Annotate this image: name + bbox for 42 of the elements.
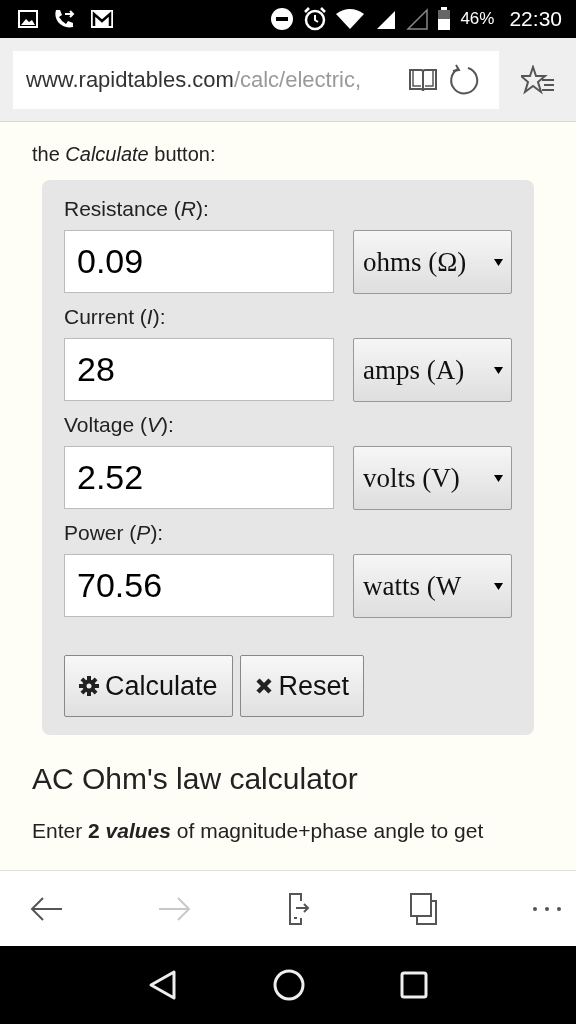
unit-dropdown[interactable]: ohms (Ω) [353, 230, 512, 294]
do-not-disturb-icon [270, 7, 295, 31]
address-field[interactable]: www.rapidtables.com/calc/electric, [13, 50, 499, 109]
alarm-icon [303, 7, 328, 31]
field-label: Current (I): [64, 304, 167, 330]
url-path: /calc/electric, [233, 66, 362, 92]
phone-icon [52, 8, 76, 30]
battery-icon [437, 7, 452, 31]
calculate-button[interactable]: Calculate [64, 655, 233, 717]
field-label: Voltage (V): [64, 412, 175, 438]
unit-dropdown[interactable]: watts (W [353, 554, 512, 618]
recents-nav-icon[interactable] [400, 971, 429, 999]
input-field[interactable]: 0.09 [64, 230, 334, 293]
clock: 22:30 [509, 7, 562, 31]
input-field[interactable]: 2.52 [64, 446, 334, 509]
book-icon[interactable] [408, 66, 438, 93]
unit-dropdown[interactable]: amps (A) [353, 338, 512, 402]
image-icon [18, 10, 38, 28]
home-nav-icon[interactable] [273, 969, 305, 1001]
back-nav-icon[interactable] [147, 969, 178, 1001]
reset-button[interactable]: Reset [239, 655, 365, 717]
caret-icon [494, 366, 503, 374]
caret-icon [494, 582, 503, 590]
paragraph: Enter 2 values of magnitude+phase angle to get [32, 818, 485, 844]
instruction-text: the Calculate button: [32, 142, 217, 167]
battery-percentage: 46% [460, 9, 495, 29]
wifi-icon [336, 8, 365, 30]
input-field[interactable]: 70.56 [64, 554, 334, 617]
close-icon [254, 677, 273, 695]
unit-dropdown[interactable]: volts (V) [353, 446, 512, 510]
mail-icon [90, 9, 114, 29]
favorites-icon[interactable] [521, 64, 555, 95]
reload-icon[interactable] [448, 63, 480, 96]
url-domain: www.rapidtables.com [26, 66, 234, 92]
input-field[interactable]: 28 [64, 338, 334, 401]
caret-icon [494, 474, 503, 482]
field-label: Power (P): [64, 520, 165, 546]
gear-icon [79, 676, 99, 696]
section-heading: AC Ohm's law calculator [32, 761, 359, 797]
signal-icon [406, 8, 429, 30]
field-label: Resistance (R): [64, 196, 210, 222]
caret-icon [494, 258, 503, 266]
